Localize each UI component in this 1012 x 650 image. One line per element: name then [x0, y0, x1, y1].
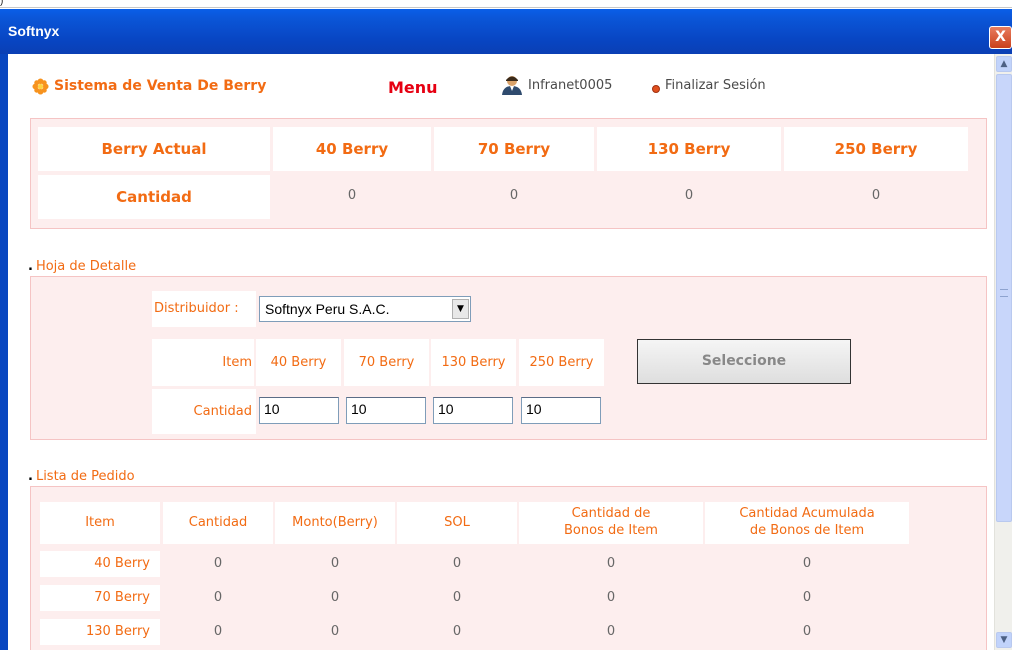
seleccione-button[interactable]: Seleccione [637, 339, 851, 384]
pedido-row-cantidad: 0 [213, 556, 223, 571]
distribuidor-value: Softnyx Peru S.A.C. [265, 301, 390, 317]
quantity-input-70[interactable]: 10 [346, 397, 426, 424]
pedido-row-item: 40 Berry [40, 551, 160, 577]
pedido-row-bonos: 0 [606, 556, 616, 571]
pedido-row-sol: 0 [452, 556, 462, 571]
grip-icon [1000, 289, 1008, 297]
summary-value-40: 0 [347, 188, 357, 203]
pedido-col-monto: Monto(Berry) [275, 502, 395, 544]
summary-value-70: 0 [509, 188, 519, 203]
item-label: Item [152, 339, 254, 386]
pedido-row-sol: 0 [452, 590, 462, 605]
logout-bullet-icon [652, 85, 660, 93]
pedido-row-cantidad: 0 [213, 624, 223, 639]
flower-icon [32, 78, 49, 95]
username: Infranet0005 [528, 78, 613, 93]
pedido-col-cantidad: Cantidad [163, 502, 273, 544]
pedido-row-bonos: 0 [606, 590, 616, 605]
user-icon [502, 76, 522, 95]
pedido-col-item: Item [40, 502, 160, 544]
page-content: Sistema de Venta De Berry Menu Infranet0… [8, 54, 994, 650]
quantity-input-250[interactable]: 10 [521, 397, 601, 424]
summary-header-250: 250 Berry [784, 127, 968, 171]
pedido-row-bonos: 0 [606, 624, 616, 639]
pedido-col-sol: SOL [397, 502, 517, 544]
quantity-input-40[interactable]: 10 [259, 397, 339, 424]
title-bar[interactable]: Softnyx X [0, 9, 1012, 54]
close-button[interactable]: X [989, 26, 1012, 49]
window-frame-left [0, 54, 8, 650]
pedido-row-monto: 0 [330, 590, 340, 605]
item-70-label: 70 Berry [344, 339, 429, 386]
section-title-pedido: . Lista de Pedido [28, 469, 135, 484]
summary-value-130: 0 [684, 188, 694, 203]
pedido-row-acum: 0 [802, 556, 812, 571]
summary-header-berry-actual: Berry Actual [38, 127, 270, 171]
pedido-col-bonos: Cantidad de Bonos de Item [519, 502, 703, 544]
summary-row-label: Cantidad [38, 175, 270, 219]
pedido-row-item: 70 Berry [40, 585, 160, 611]
top-strip-text: ) [0, 0, 4, 7]
scroll-up-icon[interactable]: ▲ [996, 56, 1012, 72]
item-130-label: 130 Berry [431, 339, 516, 386]
distribuidor-select[interactable]: Softnyx Peru S.A.C. ▼ [259, 296, 471, 322]
pedido-row-cantidad: 0 [213, 590, 223, 605]
quantity-input-130[interactable]: 10 [433, 397, 513, 424]
distribuidor-label: Distribuidor : [152, 291, 256, 327]
vertical-scrollbar[interactable]: ▲ ▼ [994, 54, 1012, 650]
pedido-col-acumulada: Cantidad Acumulada de Bonos de Item [705, 502, 909, 544]
pedido-row-monto: 0 [330, 556, 340, 571]
summary-header-130: 130 Berry [597, 127, 781, 171]
pedido-row-sol: 0 [452, 624, 462, 639]
cantidad-label: Cantidad [152, 389, 256, 434]
scrollbar-thumb[interactable] [996, 74, 1012, 522]
logout-link[interactable]: Finalizar Sesión [665, 78, 766, 93]
menu-link[interactable]: Menu [388, 78, 438, 97]
scroll-down-icon[interactable]: ▼ [996, 632, 1012, 648]
pedido-row-acum: 0 [802, 624, 812, 639]
item-250-label: 250 Berry [519, 339, 604, 386]
window-title: Softnyx [8, 23, 60, 39]
summary-header-40: 40 Berry [273, 127, 431, 171]
summary-header-70: 70 Berry [434, 127, 594, 171]
section-title-detalle: . Hoja de Detalle [28, 259, 137, 274]
brand-title: Sistema de Venta De Berry [54, 78, 267, 94]
pedido-row-monto: 0 [330, 624, 340, 639]
top-window-strip: ) [0, 0, 1012, 8]
pedido-row-acum: 0 [802, 590, 812, 605]
pedido-row-item: 130 Berry [40, 619, 160, 645]
chevron-down-icon[interactable]: ▼ [452, 299, 469, 319]
item-40-label: 40 Berry [256, 339, 341, 386]
summary-value-250: 0 [871, 188, 881, 203]
